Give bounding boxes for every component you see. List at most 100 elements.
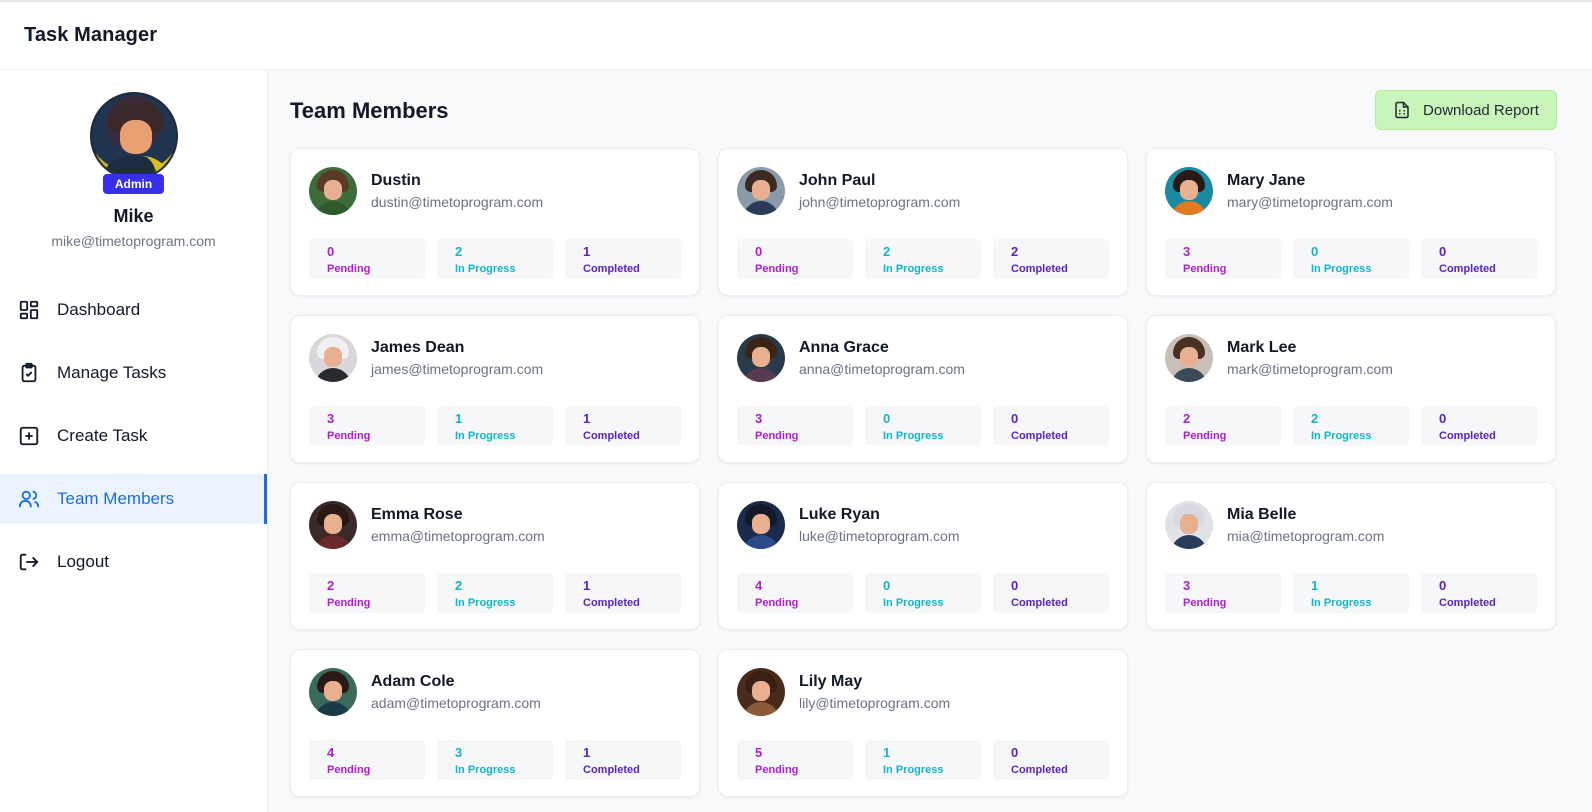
completed-label: Completed [583, 263, 640, 275]
pending-label: Pending [1183, 430, 1227, 442]
member-name: James Dean [371, 339, 465, 356]
member-name: Anna Grace [799, 339, 889, 356]
stat-in-progress: 2 In Progress [1293, 406, 1409, 446]
stat-in-progress: 0 In Progress [865, 406, 981, 446]
pending-count: 0 [327, 244, 335, 259]
in-progress-label: In Progress [883, 597, 944, 609]
member-avatar [737, 167, 785, 215]
stat-in-progress: 2 In Progress [437, 239, 553, 279]
stat-completed: 2 Completed [993, 239, 1109, 279]
member-header: Luke Ryan luke@timetoprogram.com [737, 501, 1109, 549]
member-info: John Paul john@timetoprogram.com [799, 172, 960, 210]
member-info: Anna Grace anna@timetoprogram.com [799, 339, 965, 377]
member-card[interactable]: James Dean james@timetoprogram.com 3 Pen… [290, 315, 700, 463]
in-progress-label: In Progress [455, 597, 516, 609]
member-header: Mia Belle mia@timetoprogram.com [1165, 501, 1537, 549]
member-avatar [309, 501, 357, 549]
sidebar-item-label: Dashboard [57, 300, 141, 319]
in-progress-count: 1 [1311, 578, 1319, 593]
member-header: Lily May lily@timetoprogram.com [737, 668, 1109, 716]
member-name: Mia Belle [1227, 506, 1297, 523]
member-card[interactable]: Dustin dustin@timetoprogram.com 0 Pendin… [290, 148, 700, 296]
member-task-stats: 3 Pending 0 In Progress 0 Completed [1165, 239, 1537, 279]
member-name: Dustin [371, 172, 421, 189]
sidebar-item-team-members[interactable]: Team Members [0, 474, 267, 524]
member-avatar [737, 334, 785, 382]
sidebar-item-label: Manage Tasks [57, 363, 167, 382]
stat-pending: 3 Pending [309, 406, 425, 446]
pending-count: 4 [755, 578, 763, 593]
team-members-grid: Dustin dustin@timetoprogram.com 0 Pendin… [290, 148, 1556, 797]
member-info: Emma Rose emma@timetoprogram.com [371, 506, 545, 544]
in-progress-count: 2 [455, 578, 463, 593]
plus-square-icon [19, 426, 39, 446]
in-progress-count: 1 [455, 411, 463, 426]
stat-pending: 4 Pending [309, 740, 425, 780]
member-card[interactable]: Mia Belle mia@timetoprogram.com 3 Pendin… [1146, 482, 1556, 630]
member-header: John Paul john@timetoprogram.com [737, 167, 1109, 215]
stat-completed: 0 Completed [993, 406, 1109, 446]
clipboard-check-icon [21, 362, 37, 383]
member-header: Emma Rose emma@timetoprogram.com [309, 501, 681, 549]
stat-completed: 0 Completed [993, 573, 1109, 613]
stat-in-progress: 0 In Progress [865, 573, 981, 613]
completed-count: 1 [583, 244, 591, 259]
sidebar-item-dashboard[interactable]: Dashboard [0, 285, 267, 335]
stat-in-progress: 0 In Progress [1293, 239, 1409, 279]
member-name: Emma Rose [371, 506, 463, 523]
member-card[interactable]: Luke Ryan luke@timetoprogram.com 4 Pendi… [718, 482, 1128, 630]
member-avatar [309, 167, 357, 215]
completed-count: 0 [1439, 411, 1447, 426]
member-email: mia@timetoprogram.com [1227, 528, 1385, 544]
stat-completed: 1 Completed [565, 239, 681, 279]
member-info: Adam Cole adam@timetoprogram.com [371, 673, 541, 711]
in-progress-label: In Progress [455, 263, 516, 275]
member-card[interactable]: Mary Jane mary@timetoprogram.com 3 Pendi… [1146, 148, 1556, 296]
member-avatar [309, 334, 357, 382]
app-title: Task Manager [24, 24, 158, 46]
in-progress-label: In Progress [1311, 597, 1372, 609]
completed-label: Completed [1011, 764, 1068, 776]
member-email: anna@timetoprogram.com [799, 361, 965, 377]
stat-completed: 1 Completed [565, 573, 681, 613]
member-card[interactable]: Anna Grace anna@timetoprogram.com 3 Pend… [718, 315, 1128, 463]
stat-in-progress: 2 In Progress [865, 239, 981, 279]
stat-pending: 0 Pending [737, 239, 853, 279]
pending-label: Pending [1183, 597, 1227, 609]
member-card[interactable]: Emma Rose emma@timetoprogram.com 2 Pendi… [290, 482, 700, 630]
stat-completed: 0 Completed [1421, 239, 1537, 279]
member-name: Lily May [799, 673, 863, 690]
member-name: Mary Jane [1227, 172, 1306, 189]
member-email: luke@timetoprogram.com [799, 528, 960, 544]
user-avatar [89, 92, 178, 180]
completed-label: Completed [1439, 263, 1496, 275]
in-progress-count: 3 [455, 745, 463, 760]
pending-label: Pending [327, 430, 371, 442]
sidebar-item-create-task[interactable]: Create Task [0, 411, 267, 461]
member-task-stats: 0 Pending 2 In Progress 2 Completed [737, 239, 1109, 279]
member-card[interactable]: Lily May lily@timetoprogram.com 5 Pendin… [718, 649, 1128, 797]
member-card[interactable]: Adam Cole adam@timetoprogram.com 4 Pendi… [290, 649, 700, 797]
member-email: lily@timetoprogram.com [799, 695, 951, 711]
sidebar-item-logout[interactable]: Logout [0, 537, 267, 587]
completed-label: Completed [1439, 597, 1496, 609]
completed-label: Completed [583, 430, 640, 442]
stat-completed: 1 Completed [565, 406, 681, 446]
stat-pending: 5 Pending [737, 740, 853, 780]
in-progress-label: In Progress [455, 764, 516, 776]
in-progress-label: In Progress [1311, 430, 1372, 442]
member-card[interactable]: John Paul john@timetoprogram.com 0 Pendi… [718, 148, 1128, 296]
main-content: Team Members Download Report Dustin dust… [268, 70, 1592, 812]
users-icon [18, 490, 40, 508]
stat-pending: 0 Pending [309, 239, 425, 279]
member-avatar [1165, 501, 1213, 549]
download-report-button[interactable]: Download Report [1375, 90, 1557, 130]
member-task-stats: 2 Pending 2 In Progress 0 Completed [1165, 406, 1537, 446]
member-email: dustin@timetoprogram.com [371, 194, 544, 210]
member-card[interactable]: Mark Lee mark@timetoprogram.com 2 Pendin… [1146, 315, 1556, 463]
page-title: Team Members [290, 98, 449, 123]
sidebar-nav: Dashboard Manage Tasks Create Task Team … [0, 285, 267, 587]
member-info: Dustin dustin@timetoprogram.com [371, 172, 543, 210]
sidebar-item-manage-tasks[interactable]: Manage Tasks [0, 348, 267, 398]
completed-count: 0 [1439, 244, 1447, 259]
